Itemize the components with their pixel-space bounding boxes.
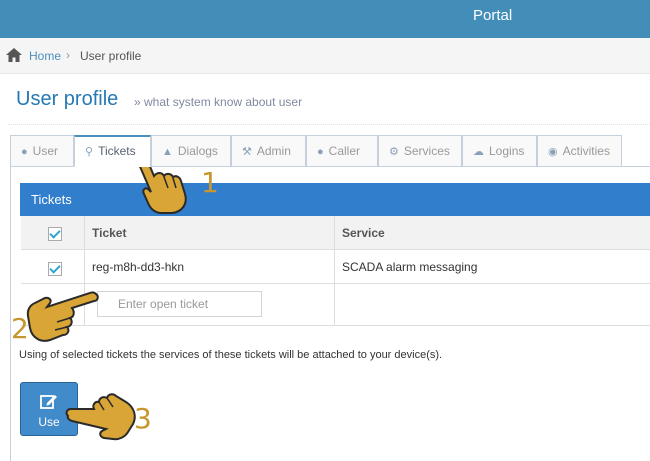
service-cell: SCADA alarm messaging bbox=[335, 250, 650, 283]
table-header-row: Ticket Service bbox=[21, 216, 650, 250]
row-checkbox[interactable] bbox=[48, 262, 62, 276]
breadcrumb-separator: › bbox=[66, 48, 70, 62]
open-ticket-input[interactable] bbox=[97, 291, 262, 317]
eye-icon: ◉ bbox=[548, 146, 558, 158]
select-all-cell bbox=[21, 216, 85, 249]
empty-cell bbox=[335, 284, 650, 325]
tab-caller[interactable]: ● Caller bbox=[306, 135, 378, 167]
row-select-cell bbox=[21, 250, 85, 283]
ticket-cell: reg-m8h-dd3-hkn bbox=[85, 250, 335, 283]
column-header-ticket: Ticket bbox=[92, 226, 127, 240]
widget-title: Tickets bbox=[31, 192, 72, 207]
edit-icon bbox=[40, 395, 57, 409]
page-subtitle: » what system know about user bbox=[134, 95, 303, 109]
tab-logins[interactable]: ☁ Logins bbox=[462, 135, 537, 167]
tab-services[interactable]: ⚙ Services bbox=[378, 135, 462, 167]
breadcrumb-current: User profile bbox=[80, 49, 142, 63]
cogs-icon: ⚙ bbox=[389, 146, 399, 158]
tab-label: Tickets bbox=[98, 144, 136, 158]
page-header-divider bbox=[8, 124, 650, 125]
column-header-service: Service bbox=[342, 226, 385, 240]
table-row: reg-m8h-dd3-hkn SCADA alarm messaging bbox=[21, 250, 650, 284]
column-header: Service bbox=[335, 216, 650, 249]
page-title: User profile bbox=[16, 88, 119, 110]
app-title: Portal bbox=[473, 7, 513, 24]
tab-admin[interactable]: ⚒ Admin bbox=[231, 135, 306, 167]
tab-label: Caller bbox=[328, 144, 360, 158]
top-navbar: Portal bbox=[0, 0, 650, 38]
annotation-step-1: 1 bbox=[201, 166, 219, 199]
tab-user[interactable]: ● User bbox=[10, 135, 74, 167]
tab-tickets[interactable]: ⚲ Tickets bbox=[74, 135, 151, 167]
service-value: SCADA alarm messaging bbox=[342, 260, 478, 274]
tab-label: Activities bbox=[562, 144, 610, 158]
key-icon: ⚲ bbox=[85, 146, 94, 158]
ticket-value: reg-m8h-dd3-hkn bbox=[92, 260, 185, 274]
annotation-step-3: 3 bbox=[134, 402, 152, 435]
info-text: Using of selected tickets the services o… bbox=[19, 349, 443, 361]
user-icon: ● bbox=[21, 146, 28, 158]
cloud-upload-icon: ☁ bbox=[473, 146, 484, 158]
tab-label: Logins bbox=[489, 144, 525, 158]
pointing-hand-icon bbox=[26, 291, 99, 342]
breadcrumb: Home › User profile bbox=[0, 38, 650, 74]
home-icon bbox=[6, 48, 22, 62]
comment-icon: ● bbox=[317, 146, 324, 158]
column-header: Ticket bbox=[85, 216, 335, 249]
tab-activities[interactable]: ◉ Activities bbox=[537, 135, 622, 167]
pointing-hand-icon bbox=[65, 393, 136, 441]
breadcrumb-home-link[interactable]: Home bbox=[29, 49, 61, 63]
tickets-widget-header: Tickets bbox=[20, 183, 650, 216]
wrench-icon: ⚒ bbox=[242, 146, 252, 158]
tab-label: Services bbox=[403, 144, 450, 158]
tab-label: User bbox=[32, 144, 58, 158]
select-all-checkbox[interactable] bbox=[48, 227, 62, 241]
annotation-step-2: 2 bbox=[11, 312, 29, 345]
tab-label: Admin bbox=[256, 144, 291, 158]
